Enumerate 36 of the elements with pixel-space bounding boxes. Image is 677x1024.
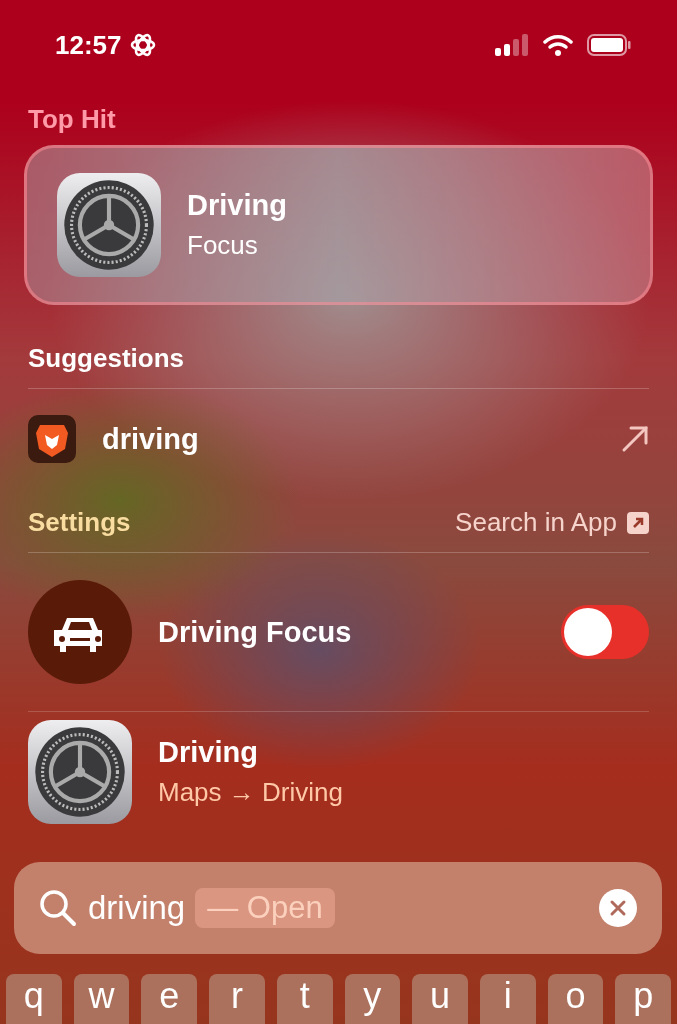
status-time: 12:57 (55, 29, 122, 61)
car-icon (28, 580, 132, 684)
keyboard-key[interactable]: y (344, 974, 401, 1024)
atom-icon (129, 32, 156, 58)
setting-title: Driving Focus (158, 615, 352, 649)
keyboard-key[interactable]: t (276, 974, 333, 1024)
gear-icon (28, 720, 132, 824)
completion-hint: — Open (195, 888, 335, 928)
keyboard-key[interactable]: r (209, 974, 265, 1024)
toggle-switch[interactable] (561, 605, 649, 659)
keyboard-key[interactable]: q (6, 974, 62, 1024)
signal-icon (495, 34, 529, 56)
keyboard-key[interactable]: w (73, 974, 130, 1024)
search-text: driving (88, 889, 186, 927)
keyboard-key[interactable]: p (615, 974, 672, 1024)
top-hit-card[interactable]: Driving Focus (24, 145, 653, 305)
section-header: Settings (28, 507, 131, 538)
clear-icon[interactable] (598, 888, 638, 928)
search-icon (38, 888, 78, 928)
wifi-icon (543, 34, 573, 56)
suggestion-text[interactable]: driving (102, 422, 199, 456)
result-subtitle: Maps → Driving (158, 777, 343, 808)
keyboard-key[interactable]: e (141, 974, 198, 1024)
search-in-app-link[interactable]: Search in App (455, 507, 649, 538)
result-subtitle: Focus (187, 230, 259, 261)
result-title: Driving (187, 189, 287, 222)
battery-icon (587, 34, 631, 56)
section-header: Suggestions (28, 343, 184, 374)
result-title: Driving (158, 736, 259, 769)
section-header: Top Hit (28, 104, 117, 135)
arrow-icon (621, 425, 649, 453)
search-field[interactable]: driving — Open (14, 862, 662, 954)
keyboard-key[interactable]: u (412, 974, 468, 1024)
gear-icon (57, 173, 161, 277)
keyboard-key[interactable]: i (479, 974, 536, 1024)
keyboard-key[interactable]: o (547, 974, 604, 1024)
